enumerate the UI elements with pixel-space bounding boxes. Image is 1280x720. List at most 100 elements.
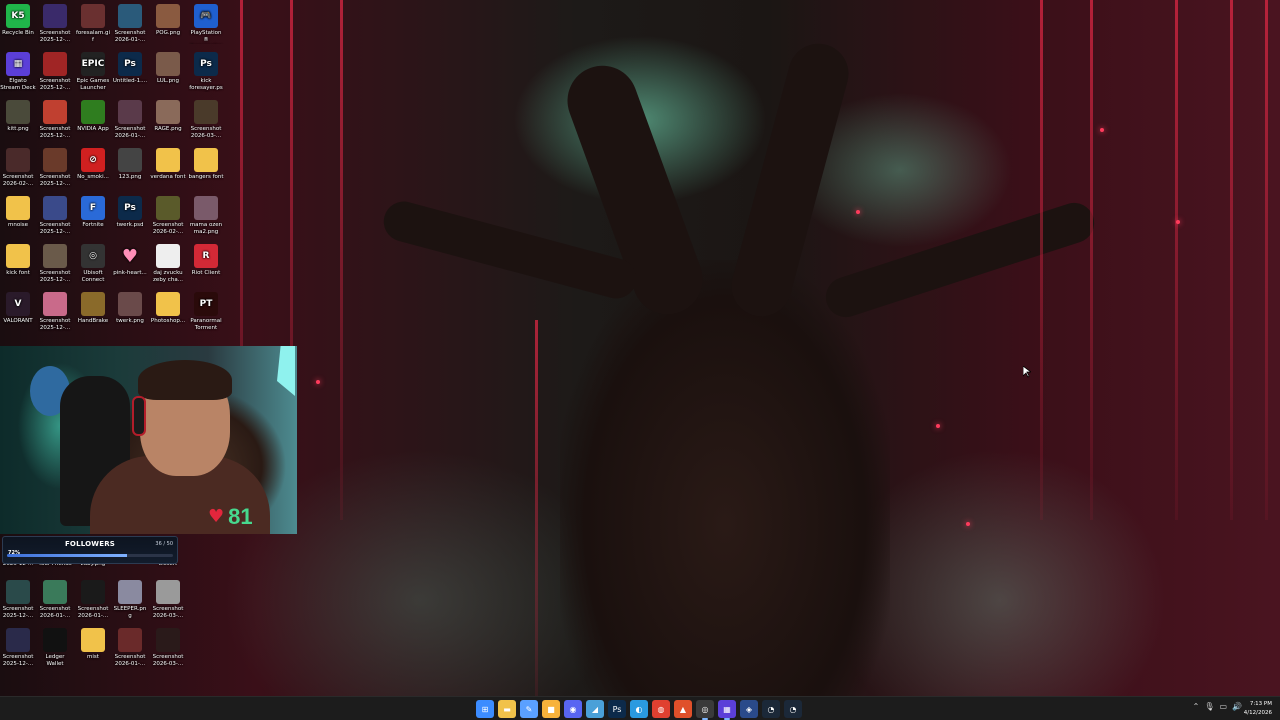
desktop-icon[interactable]: Screenshot 2026-03-... <box>150 628 186 668</box>
chrome-icon[interactable]: ◍ <box>652 700 670 718</box>
desktop-icon[interactable]: ♥ pink-heart... <box>112 244 148 277</box>
taskbar-clock[interactable]: 7:13 PM 4/12/2026 <box>1244 700 1272 718</box>
fortnite-icon: F <box>81 196 105 220</box>
ledger-icon <box>43 628 67 652</box>
photoshop-icon[interactable]: Ps <box>608 700 626 718</box>
app-icon[interactable]: ◢ <box>586 700 604 718</box>
desktop-icon[interactable]: Screenshot 2026-02-... <box>0 148 36 188</box>
desktop-icon[interactable]: Screenshot 2025-12-... <box>37 196 73 236</box>
desktop-icon[interactable]: Screenshot 2025-12-... <box>37 148 73 188</box>
obs-icon[interactable]: ◎ <box>696 700 714 720</box>
desktop-icon[interactable]: Screenshot 2026-03-... <box>150 580 186 620</box>
desktop-icon[interactable]: Screenshot 2025-12-... <box>37 292 73 332</box>
desktop-icon-label: Riot Client <box>191 270 221 276</box>
desktop-icon-label: Screenshot 2026-03-... <box>152 654 184 667</box>
desktop-icon-label: twerk.png <box>116 318 144 324</box>
desktop-icon[interactable]: mist <box>75 628 111 661</box>
desktop-icon[interactable]: Ps kick foresayer.psd <box>188 52 224 92</box>
desktop-icon[interactable]: NVIDIA App <box>75 100 111 133</box>
desktop-icon[interactable]: Screenshot 2026-01-... <box>75 580 111 620</box>
desktop-icon[interactable]: Ps Untitled-1.... <box>112 52 148 85</box>
notepad-icon[interactable]: ✎ <box>520 700 538 718</box>
volume-icon[interactable]: 🔊 <box>1232 702 1242 711</box>
desktop-icon[interactable]: PT Paranormal Torment <box>188 292 224 332</box>
desktop-icon[interactable]: mnoise <box>0 196 36 229</box>
steam-icon[interactable]: ◔ <box>762 700 780 718</box>
desktop-icon[interactable]: mama ozen ma2.png <box>188 196 224 236</box>
desktop-icon[interactable]: LUL.png <box>150 52 186 85</box>
microphone-icon[interactable]: 🎙 <box>1204 702 1214 711</box>
desktop-icon[interactable]: HandBrake <box>75 292 111 325</box>
desktop-icon[interactable]: kick font <box>0 244 36 277</box>
image-file-icon <box>156 52 180 76</box>
desktop-icon[interactable]: V VALORANT <box>0 292 36 325</box>
desktop-icon[interactable]: Screenshot 2025-12-... <box>0 628 36 668</box>
epic-games-icon: EPIC <box>81 52 105 76</box>
desktop-icon-label: Screenshot 2025-12-... <box>39 78 71 91</box>
desktop-icon[interactable]: Screenshot 2025-12-... <box>37 100 73 140</box>
show-hidden-icons-icon[interactable]: ⌃ <box>1193 702 1200 711</box>
desktop-icon[interactable]: 123.png <box>112 148 148 181</box>
folder-icon <box>81 628 105 652</box>
nvidia-icon <box>81 100 105 124</box>
start-icon[interactable]: ⊞ <box>476 700 494 718</box>
desktop-icon[interactable]: Screenshot 2025-12-... <box>37 4 73 44</box>
desktop-icon-label: Screenshot 2026-03-... <box>190 126 222 139</box>
desktop-icon[interactable]: 🎮 PlayStation® Accessories <box>188 4 224 44</box>
desktop-icon[interactable]: SLEEPER.png <box>112 580 148 620</box>
desktop-icon[interactable]: kitt.png <box>0 100 36 133</box>
file-explorer-icon[interactable]: ▬ <box>498 700 516 718</box>
desktop-icon[interactable]: ▦ Elgato Stream Deck <box>0 52 36 92</box>
desktop-icon-label: No_smoki... <box>77 174 109 180</box>
desktop-icon[interactable]: RAGE.png <box>150 100 186 133</box>
desktop-icon[interactable]: Screenshot 2026-01-... <box>112 100 148 140</box>
desktop-icon[interactable]: EPIC Epic Games Launcher <box>75 52 111 92</box>
desktop-icon[interactable]: twerk.png <box>112 292 148 325</box>
discord-icon[interactable]: ◉ <box>564 700 582 718</box>
desktop-icon[interactable]: K5 Recycle Bin <box>0 4 36 37</box>
screenshot-icon <box>43 244 67 268</box>
sticky-app-icon[interactable]: ■ <box>542 700 560 718</box>
valorant-icon: V <box>6 292 30 316</box>
desktop-icon[interactable]: foresalam.gif <box>75 4 111 44</box>
desktop-icon[interactable]: Screenshot 2026-01-... <box>37 580 73 620</box>
desktop-icon[interactable]: Screenshot 2025-12-... <box>37 52 73 92</box>
desktop-icon[interactable]: Screenshot 2026-01-... <box>112 628 148 668</box>
screenshot-icon <box>156 628 180 652</box>
desktop-icon[interactable]: Screenshot 2026-01-... <box>112 4 148 44</box>
stream-deck-icon[interactable]: ▦ <box>718 700 736 720</box>
desktop-icon[interactable]: Screenshot 2025-12-... <box>37 244 73 284</box>
desktop-icon[interactable]: Photoshop... <box>150 292 186 325</box>
desktop-icon[interactable]: F Fortnite <box>75 196 111 229</box>
desktop-icon[interactable]: Screenshot 2026-03-... <box>188 100 224 140</box>
desktop-icon[interactable]: verdana font <box>150 148 186 181</box>
desktop-icon-label: bangers font <box>188 174 224 180</box>
screenshot-icon <box>43 292 67 316</box>
image-file-icon <box>118 148 142 172</box>
desktop-icon-label: kick font <box>6 270 30 276</box>
desktop-icon[interactable]: Screenshot 2025-12-... <box>0 580 36 620</box>
desktop-icon[interactable]: ⊘ No_smoki... <box>75 148 111 181</box>
edge-icon[interactable]: ◐ <box>630 700 648 718</box>
desktop-icon-label: RAGE.png <box>154 126 182 132</box>
app-icon-2[interactable]: ◈ <box>740 700 758 718</box>
light-streak <box>1175 0 1178 520</box>
desktop-icon[interactable]: daj zvucku zeby cha... <box>150 244 186 284</box>
steam-icon-2[interactable]: ◔ <box>784 700 802 718</box>
desktop-icon[interactable]: bangers font <box>188 148 224 181</box>
desktop-icon[interactable]: POG.png <box>150 4 186 37</box>
display-icon[interactable]: ▭ <box>1219 702 1227 711</box>
desktop-icon[interactable]: ◎ Ubisoft Connect <box>75 244 111 284</box>
desktop-icon[interactable]: Ledger Wallet <box>37 628 73 668</box>
screenshot-icon <box>118 4 142 28</box>
folder-icon <box>156 292 180 316</box>
ubisoft-icon: ◎ <box>81 244 105 268</box>
followers-count: 36 / 50 <box>155 541 173 547</box>
ember <box>1176 220 1180 224</box>
no-smoking-icon: ⊘ <box>81 148 105 172</box>
desktop-icon[interactable]: R Riot Client <box>188 244 224 277</box>
brave-icon[interactable]: ▲ <box>674 700 692 718</box>
desktop-icon[interactable]: Ps twerk.psd <box>112 196 148 229</box>
light-streak <box>1265 0 1268 520</box>
desktop-icon[interactable]: Screenshot 2026-02-... <box>150 196 186 236</box>
